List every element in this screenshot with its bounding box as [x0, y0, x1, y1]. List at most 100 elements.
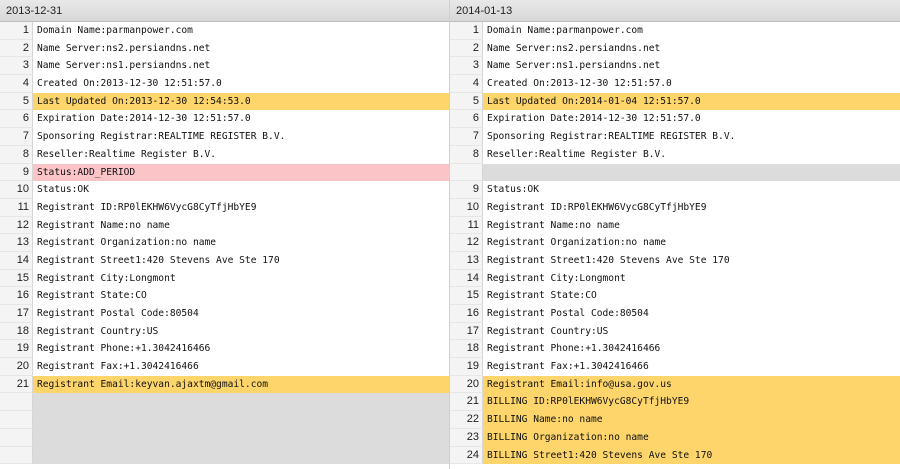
- right-line-row: 2 Name Server:ns2.persiandns.net: [450, 39, 900, 58]
- line-text: Created On:2013-12-30 12:51:57.0: [487, 78, 672, 90]
- line-text: Registrant Name:no name: [487, 219, 620, 231]
- line-text: Registrant Name:no name: [37, 219, 170, 231]
- line-text: Registrant Phone:+1.3042416466: [487, 343, 661, 355]
- right-line-row: 3 Name Server:ns1.persiandns.net: [450, 57, 900, 76]
- right-line-row: 24 BILLING Street1:420 Stevens Ave Ste 17…: [450, 446, 900, 465]
- line-number: 6: [0, 110, 33, 129]
- line-number: 8: [0, 145, 33, 164]
- line-text: BILLING Street1:420 Stevens Ave Ste 170: [483, 446, 900, 465]
- line-text: Name Server:ns1.persiandns.net: [487, 60, 661, 72]
- right-line-row: 18 Registrant Phone:+1.3042416466: [450, 340, 900, 359]
- line-number: 24: [450, 446, 483, 465]
- left-line-row: 7 Sponsoring Registrar:REALTIME REGISTER …: [0, 128, 449, 146]
- left-line-row: 15 Registrant City:Longmont: [0, 269, 449, 288]
- left-line-row: 20 Registrant Fax:+1.3042416466: [0, 358, 449, 376]
- line-number: 15: [450, 287, 483, 305]
- left-line-row: 4 Created On:2013-12-30 12:51:57.0: [0, 75, 449, 93]
- line-number: 1: [0, 22, 33, 40]
- line-text: Registrant Email:info@usa.gov.us: [483, 375, 900, 394]
- line-number: 22: [450, 411, 483, 429]
- left-line-row: 3 Name Server:ns1.persiandns.net: [0, 57, 449, 76]
- line-text: Registrant ID:RP0lEKHW6VycG8CyTfjHbYE9: [487, 201, 707, 213]
- left-line-row: 18 Registrant Country:US: [0, 322, 449, 341]
- line-number: 18: [450, 340, 483, 359]
- line-number: 14: [450, 269, 483, 288]
- line-text: Registrant Postal Code:80504: [487, 308, 649, 319]
- line-number: 19: [0, 340, 33, 359]
- line-text: Registrant Country:US: [487, 325, 609, 337]
- right-line-row: [450, 163, 900, 182]
- line-text: Registrant City:Longmont: [487, 272, 626, 284]
- line-number: 3: [450, 57, 483, 76]
- line-text: [33, 411, 449, 429]
- line-number: 13: [450, 251, 483, 270]
- line-text: Name Server:ns1.persiandns.net: [37, 60, 211, 72]
- right-line-row: 4 Created On:2013-12-30 12:51:57.0: [450, 75, 900, 93]
- line-text: Created On:2013-12-30 12:51:57.0: [37, 78, 222, 90]
- right-line-row: 13 Registrant Street1:420 Stevens Ave Ste…: [450, 251, 900, 270]
- right-line-row: 7 Sponsoring Registrar:REALTIME REGISTER …: [450, 128, 900, 146]
- line-number: 15: [0, 269, 33, 288]
- line-number: 11: [450, 216, 483, 235]
- line-number: [0, 446, 33, 465]
- line-text: BILLING Name:no name: [483, 411, 900, 429]
- right-line-row: 22 BILLING Name:no name: [450, 411, 900, 429]
- line-number: 17: [450, 322, 483, 341]
- line-number: 7: [0, 128, 33, 146]
- line-number: 12: [0, 216, 33, 235]
- right-line-row: 15 Registrant State:CO: [450, 287, 900, 305]
- line-text: Domain Name:parmanpower.com: [487, 25, 643, 36]
- left-line-row: 11 Registrant ID:RP0lEKHW6VycG8CyTfjHbYE9: [0, 198, 449, 217]
- line-text: Status:OK: [37, 184, 89, 196]
- line-number: [450, 163, 483, 182]
- left-line-row: 14 Registrant Street1:420 Stevens Ave Ste…: [0, 251, 449, 270]
- left-line-row: 17 Registrant Postal Code:80504: [0, 305, 449, 323]
- right-pane-title: 2014-01-13: [450, 0, 900, 22]
- line-number: [0, 393, 33, 412]
- line-text: Registrant Fax:+1.3042416466: [37, 361, 199, 373]
- right-line-row: 16 Registrant Postal Code:80504: [450, 305, 900, 323]
- line-text: Registrant State:CO: [37, 290, 147, 302]
- diff-view: 2013-12-31 1 Domain Name:parmanpower.com 2…: [0, 0, 900, 469]
- left-line-row: [0, 393, 449, 412]
- line-number: 13: [0, 234, 33, 252]
- line-number: [0, 411, 33, 429]
- right-line-row: 12 Registrant Organization:no name: [450, 234, 900, 252]
- line-number: 16: [0, 287, 33, 305]
- line-text: BILLING Organization:no name: [483, 428, 900, 447]
- left-line-row: 16 Registrant State:CO: [0, 287, 449, 305]
- left-line-row: 2 Name Server:ns2.persiandns.net: [0, 39, 449, 58]
- line-text: [33, 428, 449, 447]
- right-pane[interactable]: 2014-01-13 1 Domain Name:parmanpower.com 2…: [450, 0, 900, 469]
- line-number: 21: [0, 375, 33, 394]
- line-number: 11: [0, 198, 33, 217]
- line-text: Registrant City:Longmont: [37, 272, 176, 284]
- line-number: 23: [450, 428, 483, 447]
- left-line-row: [0, 446, 449, 465]
- line-number: 20: [0, 358, 33, 376]
- left-pane[interactable]: 2013-12-31 1 Domain Name:parmanpower.com 2…: [0, 0, 450, 469]
- line-text: Last Updated On:2014-01-04 12:51:57.0: [483, 92, 900, 111]
- left-line-row: 13 Registrant Organization:no name: [0, 234, 449, 252]
- left-line-row: 1 Domain Name:parmanpower.com: [0, 22, 449, 40]
- line-number: 5: [0, 92, 33, 111]
- line-number: 10: [450, 198, 483, 217]
- line-text: Last Updated On:2013-12-30 12:54:53.0: [33, 92, 449, 111]
- line-number: 10: [0, 181, 33, 199]
- line-text: BILLING ID:RP0lEKHW6VycG8CyTfjHbYE9: [483, 393, 900, 412]
- line-number: 19: [450, 358, 483, 376]
- left-rows: 1 Domain Name:parmanpower.com 2 Name Server…: [0, 22, 449, 465]
- right-line-row: 1 Domain Name:parmanpower.com: [450, 22, 900, 40]
- line-number: 9: [0, 163, 33, 182]
- right-line-row: 14 Registrant City:Longmont: [450, 269, 900, 288]
- line-text: Status:OK: [487, 184, 539, 196]
- right-line-row: 9 Status:OK: [450, 181, 900, 199]
- line-text: Registrant Postal Code:80504: [37, 308, 199, 319]
- line-number: 18: [0, 322, 33, 341]
- right-line-row: 19 Registrant Fax:+1.3042416466: [450, 358, 900, 376]
- line-text: Registrant Email:keyvan.ajaxtm@gmail.com: [33, 375, 449, 394]
- line-number: 4: [450, 75, 483, 93]
- left-line-row: 10 Status:OK: [0, 181, 449, 199]
- right-rows: 1 Domain Name:parmanpower.com 2 Name Server…: [450, 22, 900, 465]
- left-pane-title: 2013-12-31: [0, 0, 449, 22]
